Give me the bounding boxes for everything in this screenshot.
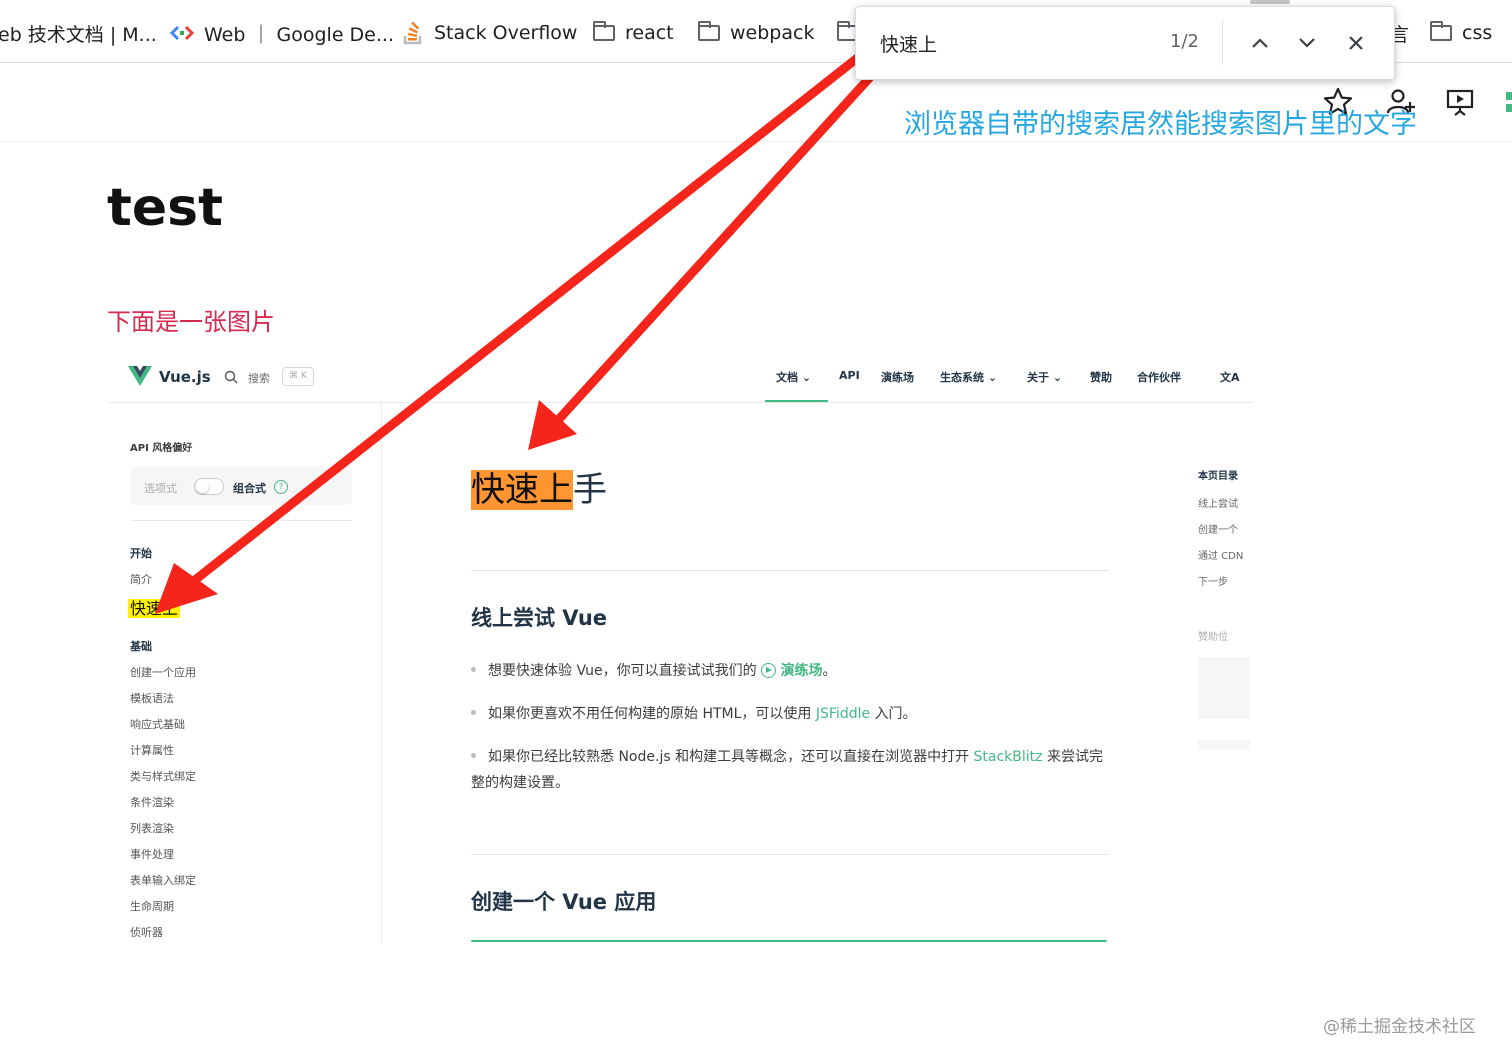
folder-icon (698, 21, 720, 41)
find-next-button[interactable] (1293, 29, 1321, 57)
play-icon (761, 663, 777, 678)
find-highlight-yellow: 快速上 (128, 599, 181, 618)
vue-brand: Vue.js (159, 368, 211, 386)
sponsor-label: 赞助位 (1198, 632, 1228, 643)
toc-item[interactable]: 通过 CDN (1198, 547, 1243, 562)
find-divider (1222, 21, 1223, 65)
heading-rest: 手 (573, 470, 607, 510)
vue-nav-partners[interactable]: 合作伙伴 (1137, 369, 1181, 385)
sidebar-item-intro[interactable]: 简介 (130, 571, 152, 587)
presentation-icon[interactable] (1444, 86, 1476, 118)
bookmark-css[interactable]: css (1430, 18, 1492, 48)
bookmark-webpack[interactable]: webpack (698, 18, 814, 48)
chevron-down-icon (1299, 38, 1315, 48)
find-previous-button[interactable] (1246, 29, 1274, 57)
sidebar-item[interactable]: 类与样式绑定 (130, 768, 196, 784)
sidebar-item[interactable]: 列表渲染 (130, 820, 174, 836)
sidebar-divider (130, 520, 352, 521)
sidebar-group-basics: 基础 (130, 640, 152, 653)
api-pref-options[interactable]: 选项式 (144, 480, 177, 496)
section-heading-try-online: 线上尝试 Vue (471, 606, 608, 630)
toc-item[interactable]: 创建一个 (1198, 521, 1238, 536)
vue-navbar: Vue.js 搜索 ⌘ K 文档 ⌄ API 演练场 生态系统 ⌄ 关于 ⌄ 赞… (108, 352, 1253, 403)
find-input[interactable] (880, 29, 1160, 57)
vue-nav-about[interactable]: 关于 ⌄ (1027, 369, 1062, 385)
sidebar-item[interactable]: 创建一个应用 (130, 664, 196, 680)
sidebar-item[interactable]: 模板语法 (130, 690, 174, 706)
sidebar-item[interactable]: 表单输入绑定 (130, 872, 196, 888)
bookmark-label: eb 技术文档 | M... (0, 23, 157, 46)
vue-logo-icon (128, 366, 152, 386)
vue-sidebar: API 风格偏好 选项式 组合式 ? 开始 简介 快速上 基础 创建一个应用 模… (108, 403, 382, 944)
page-subtitle: 下面是一张图片 (107, 308, 275, 336)
list-item: 如果你已经比较熟悉 Node.js 和构建工具等概念，还可以直接在浏览器中打开 … (471, 749, 1103, 791)
annotation-text: 浏览器自带的搜索居然能搜索图片里的文字 (904, 109, 1417, 140)
list-item: 想要快速体验 Vue，你可以直接试试我们的 演练场。 (471, 658, 1111, 684)
bookmark-label: css (1462, 22, 1493, 44)
sidebar-item[interactable]: 条件渲染 (130, 794, 174, 810)
vue-nav-docs[interactable]: 文档 ⌄ (776, 369, 811, 385)
vue-page-heading: 快速上手 (471, 462, 607, 511)
vue-nav-api[interactable]: API (839, 369, 860, 382)
vue-nav-ecosystem[interactable]: 生态系统 ⌄ (940, 369, 997, 385)
playground-link[interactable]: 演练场 (780, 663, 822, 679)
bookmark-label: react (625, 22, 674, 44)
section-heading-create-app: 创建一个 Vue 应用 (471, 890, 657, 914)
folder-icon (593, 21, 615, 41)
bookmark-stackoverflow[interactable]: Stack Overflow (402, 18, 577, 48)
vue-nav-playground[interactable]: 演练场 (881, 369, 914, 385)
find-match-count: 1/2 (1170, 31, 1199, 52)
jsfiddle-link[interactable]: JSFiddle (816, 706, 870, 722)
bookmark-google-dev[interactable]: Web ｜ Google De... (170, 18, 394, 48)
api-pref-composition[interactable]: 组合式 (233, 480, 266, 496)
find-bar: 1/2 (855, 6, 1395, 80)
sidebar-item[interactable]: 事件处理 (130, 846, 174, 862)
api-pref-switch[interactable] (194, 478, 224, 495)
sponsor-box (1198, 657, 1250, 719)
sidebar-item[interactable]: 生命周期 (130, 898, 174, 914)
sidebar-item-quick-start[interactable]: 快速上 (128, 595, 181, 619)
bookmark-label: Web ｜ Google De... (204, 23, 394, 46)
chevron-up-icon (1252, 38, 1268, 48)
stackoverflow-icon (403, 21, 422, 45)
tab-scroll-indicator (1250, 0, 1290, 4)
vue-nav-active-indicator (765, 400, 828, 402)
sidebar-item[interactable]: 响应式基础 (130, 716, 185, 732)
section-divider (471, 854, 1109, 855)
list-item: 如果你更喜欢不用任何构建的原始 HTML，可以使用 JSFiddle 入门。 (471, 701, 1111, 727)
tip-box-border (471, 940, 1107, 942)
translate-icon[interactable]: 文A (1220, 369, 1240, 385)
bookmark-react[interactable]: react (593, 18, 674, 48)
find-close-button[interactable] (1342, 29, 1370, 57)
page-title: test (107, 178, 223, 238)
section-divider (471, 570, 1109, 571)
bookmark-label: Stack Overflow (434, 22, 578, 44)
close-icon (1349, 36, 1363, 50)
sponsor-box-small (1198, 740, 1250, 750)
stackblitz-link[interactable]: StackBlitz (974, 749, 1043, 765)
vue-search-label[interactable]: 搜索 (248, 370, 270, 386)
folder-icon (1430, 21, 1452, 41)
sidebar-item[interactable]: 侦听器 (130, 924, 163, 940)
vue-search-shortcut: ⌘ K (282, 367, 314, 386)
toc-item[interactable]: 线上尝试 (1198, 495, 1238, 510)
api-pref-label: API 风格偏好 (130, 443, 193, 454)
toc-item[interactable]: 下一步 (1198, 573, 1228, 588)
watermark: @稀土掘金技术社区 (1323, 1017, 1476, 1037)
vue-nav-sponsor[interactable]: 赞助 (1090, 369, 1112, 385)
find-highlight-orange: 快速上 (471, 470, 573, 510)
sidebar-item[interactable]: 计算属性 (130, 742, 174, 758)
bookmark-mdn[interactable]: eb 技术文档 | M... (0, 18, 157, 48)
search-icon (224, 370, 238, 384)
sidebar-group-start: 开始 (130, 547, 152, 560)
bookmark-label: webpack (730, 22, 815, 44)
google-dev-icon (170, 25, 194, 41)
embedded-screenshot: Vue.js 搜索 ⌘ K 文档 ⌄ API 演练场 生态系统 ⌄ 关于 ⌄ 赞… (108, 352, 1253, 944)
toc-title: 本页目录 (1198, 471, 1238, 482)
extension-icon[interactable] (1500, 86, 1512, 118)
help-icon[interactable]: ? (274, 480, 288, 494)
